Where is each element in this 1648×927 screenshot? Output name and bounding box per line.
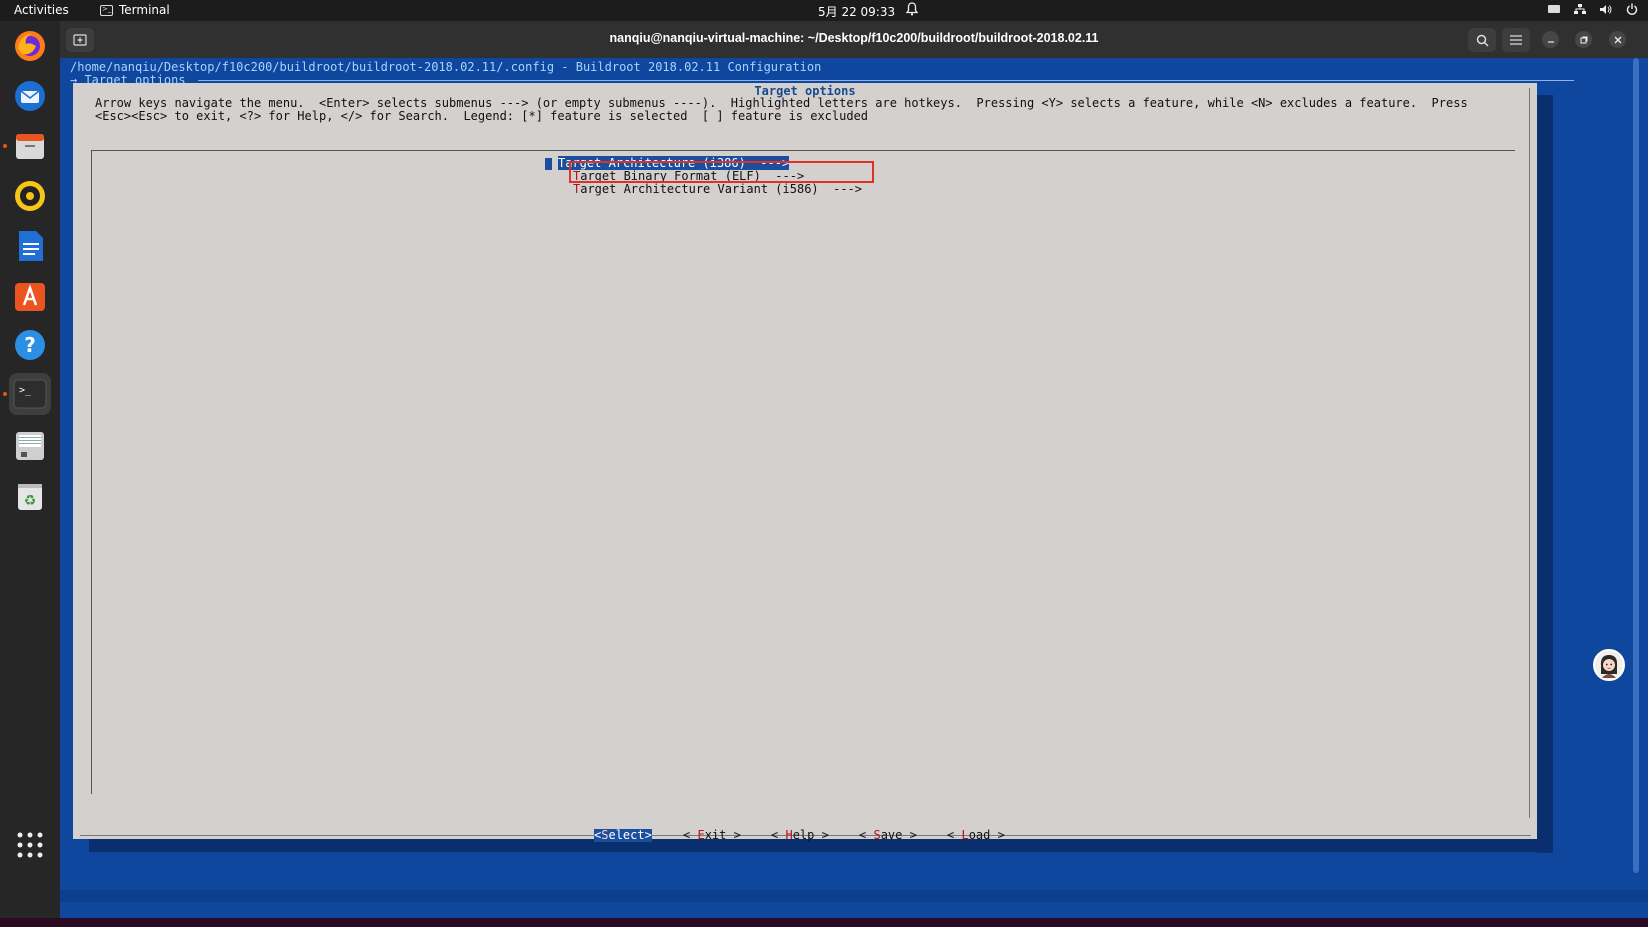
search-button[interactable] bbox=[1468, 28, 1496, 52]
terminal-content[interactable]: /home/nanqiu/Desktop/f10c200/buildroot/b… bbox=[60, 58, 1648, 918]
config-path-line: /home/nanqiu/Desktop/f10c200/buildroot/b… bbox=[70, 60, 822, 74]
menuconfig-dialog: Target options Arrow keys navigate the m… bbox=[73, 83, 1553, 853]
minimize-button[interactable] bbox=[1542, 31, 1559, 48]
help-line: Arrow keys navigate the menu. <Enter> se… bbox=[95, 96, 1468, 110]
help-button[interactable]: < Help > bbox=[771, 829, 829, 842]
button-label: xit > bbox=[704, 828, 741, 842]
hotkey: L bbox=[961, 828, 969, 842]
firefox-icon[interactable] bbox=[9, 25, 51, 67]
dialog-edge bbox=[1529, 88, 1530, 818]
show-apps-icon[interactable] bbox=[9, 824, 51, 866]
top-bar: Activities >_ Terminal 5月 22 09:33 bbox=[0, 0, 1648, 21]
button-label: elect> bbox=[608, 828, 652, 842]
assistant-avatar-icon[interactable] bbox=[1593, 649, 1625, 681]
breadcrumb-rule bbox=[198, 80, 1574, 81]
disk-icon[interactable] bbox=[9, 425, 51, 467]
svg-text:♻: ♻ bbox=[24, 493, 37, 509]
hotkey: S bbox=[873, 828, 881, 842]
select-button[interactable]: <Select> bbox=[594, 829, 652, 842]
menu-item-target-architecture-variant[interactable]: Target Architecture Variant (i586) ---> bbox=[573, 183, 862, 196]
close-button[interactable] bbox=[1609, 31, 1626, 48]
notification-bell-icon[interactable] bbox=[906, 2, 918, 16]
bracket: < bbox=[947, 828, 962, 842]
hamburger-icon bbox=[1510, 35, 1522, 45]
terminal-bottom-strip bbox=[60, 890, 1648, 902]
dialog-shadow bbox=[1537, 95, 1553, 853]
close-icon bbox=[1614, 36, 1621, 43]
search-icon bbox=[1476, 34, 1489, 47]
app-center-icon[interactable] bbox=[9, 275, 51, 317]
power-icon[interactable] bbox=[1626, 3, 1638, 15]
writer-icon[interactable] bbox=[9, 225, 51, 267]
button-row: <Select> < Exit > < Help > < Save > < Lo… bbox=[73, 829, 1537, 843]
annotation-highlight-box bbox=[569, 161, 874, 183]
menu-list: Target Architecture (i386) ---> Target B… bbox=[91, 150, 1515, 794]
scrollbar-thumb[interactable] bbox=[1633, 58, 1639, 873]
window-title: nanqiu@nanqiu-virtual-machine: ~/Desktop… bbox=[609, 31, 1099, 45]
bracket: < bbox=[683, 828, 698, 842]
rhythmbox-icon[interactable] bbox=[9, 175, 51, 217]
running-indicator bbox=[3, 144, 7, 148]
help-text: Arrow keys navigate the menu. <Enter> se… bbox=[95, 97, 1468, 123]
scrollbar[interactable] bbox=[1633, 58, 1639, 873]
hotkey: E bbox=[697, 828, 705, 842]
minimize-icon bbox=[1547, 40, 1554, 43]
help-icon[interactable]: ? bbox=[9, 324, 51, 366]
app-menu[interactable]: >_ Terminal bbox=[100, 3, 170, 17]
save-button[interactable]: < Save > bbox=[859, 829, 917, 842]
terminal-app-icon: >_ bbox=[100, 4, 113, 16]
app-menu-label: Terminal bbox=[119, 3, 170, 17]
hotkey: H bbox=[785, 828, 793, 842]
exit-button[interactable]: < Exit > bbox=[683, 829, 741, 842]
selection-cursor bbox=[545, 158, 552, 170]
avatar-face-icon bbox=[1600, 655, 1618, 678]
keyboard-icon[interactable] bbox=[1548, 5, 1560, 13]
system-tray[interactable] bbox=[1548, 3, 1638, 15]
network-icon[interactable] bbox=[1574, 3, 1586, 15]
activities-button[interactable]: Activities bbox=[14, 3, 69, 17]
menu-button[interactable] bbox=[1502, 28, 1530, 52]
bracket: < bbox=[771, 828, 786, 842]
help-line: <Esc><Esc> to exit, <?> for Help, </> fo… bbox=[95, 109, 869, 123]
restore-icon bbox=[1580, 36, 1587, 43]
restore-button[interactable] bbox=[1575, 31, 1592, 48]
thunderbird-icon[interactable] bbox=[9, 75, 51, 117]
svg-text:>_: >_ bbox=[19, 385, 32, 396]
files-icon[interactable] bbox=[9, 125, 51, 167]
terminal-window: nanqiu@nanqiu-virtual-machine: ~/Desktop… bbox=[60, 21, 1648, 918]
button-label: elp > bbox=[792, 828, 829, 842]
load-button[interactable]: < Load > bbox=[947, 829, 1005, 842]
dock: ? >_ ♻ bbox=[0, 21, 60, 918]
clock[interactable]: 5月 22 09:33 bbox=[818, 3, 895, 20]
terminal-icon[interactable]: >_ bbox=[9, 373, 51, 415]
title-bar[interactable]: nanqiu@nanqiu-virtual-machine: ~/Desktop… bbox=[60, 21, 1648, 58]
button-label: ave > bbox=[880, 828, 917, 842]
volume-icon[interactable] bbox=[1600, 4, 1612, 15]
button-label: oad > bbox=[968, 828, 1005, 842]
menu-item-label: arget Architecture Variant (i586) ---> bbox=[580, 182, 862, 196]
svg-text:?: ? bbox=[24, 333, 36, 357]
bracket: < bbox=[859, 828, 874, 842]
trash-icon[interactable]: ♻ bbox=[9, 475, 51, 517]
running-indicator bbox=[3, 392, 7, 396]
